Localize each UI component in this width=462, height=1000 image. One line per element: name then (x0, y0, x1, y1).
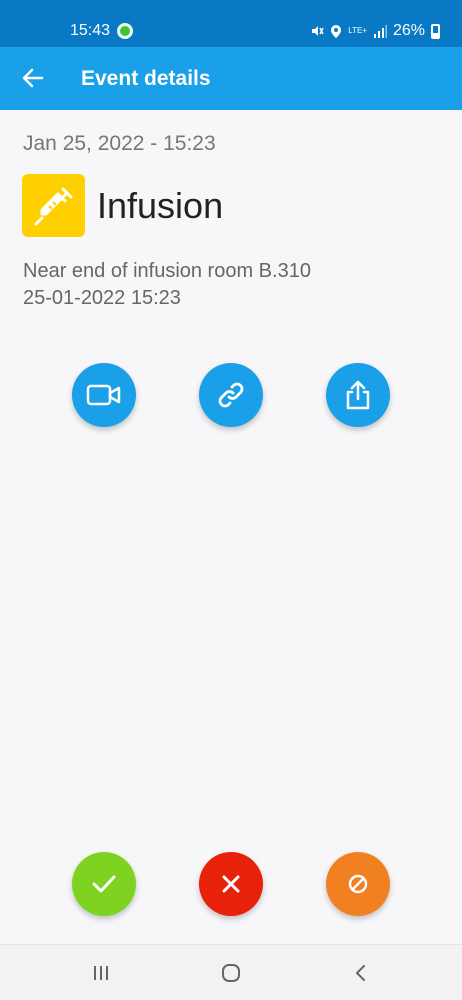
link-button[interactable] (199, 363, 263, 427)
home-icon (222, 964, 240, 982)
accept-button[interactable] (72, 852, 136, 916)
recent-apps-button[interactable] (83, 959, 119, 987)
description-line: Near end of infusion room B.310 (23, 260, 311, 282)
battery-percent: 26% (392, 22, 425, 39)
event-type-title: Infusion (97, 185, 224, 226)
location-icon (331, 24, 342, 38)
description-line: 25-01-2022 15:23 (23, 287, 181, 309)
link-icon (218, 382, 244, 408)
battery-icon (431, 23, 440, 39)
event-date: Jan 25, 2022 - 15:23 (23, 132, 216, 155)
mute-icon (312, 26, 324, 36)
reject-button[interactable] (199, 852, 263, 916)
event-description: Near end of infusion room B.310 25-01-20… (23, 258, 311, 312)
back-button[interactable] (14, 59, 52, 97)
video-camera-icon (86, 384, 121, 406)
arrow-back-icon (22, 68, 44, 88)
signal-icon (373, 24, 387, 38)
share-button[interactable] (326, 363, 390, 427)
close-icon (222, 875, 240, 893)
status-icons: LTE+ 26% (310, 22, 440, 40)
back-icon (356, 965, 365, 981)
check-icon (92, 875, 116, 893)
chat-notification-icon (117, 23, 133, 39)
system-nav-bar (0, 944, 462, 1000)
ignore-button[interactable] (326, 852, 390, 916)
recent-apps-icon (94, 966, 108, 980)
share-icon (346, 380, 370, 410)
event-type-icon (22, 174, 85, 237)
video-button[interactable] (72, 363, 136, 427)
home-button[interactable] (213, 959, 249, 987)
page-title: Event details (81, 67, 211, 90)
lte-icon: LTE+ (348, 26, 367, 35)
status-time: 15:43 (70, 22, 111, 39)
syringe-icon (34, 187, 72, 225)
nav-back-button[interactable] (343, 959, 379, 987)
status-bar: 15:43 LTE+ 26% (0, 0, 462, 47)
app-bar: Event details (0, 47, 462, 110)
block-icon (348, 874, 368, 894)
